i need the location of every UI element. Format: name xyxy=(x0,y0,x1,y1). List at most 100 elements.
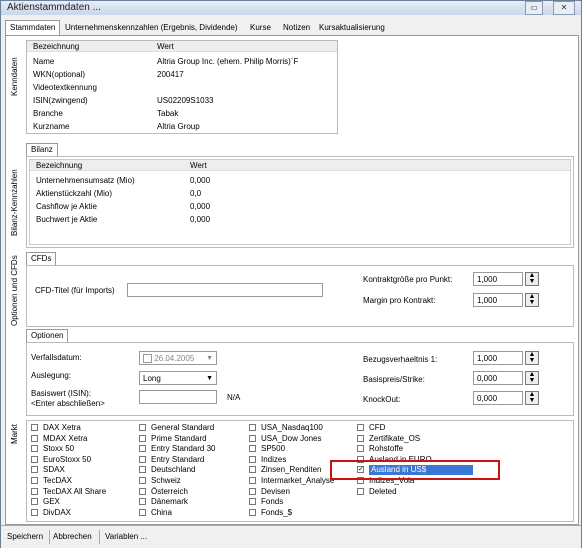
markt-checkbox[interactable] xyxy=(139,487,146,495)
row-branche-value[interactable]: Tabak xyxy=(157,109,178,118)
markt-checkbox[interactable] xyxy=(357,424,364,431)
markt-checkbox-label[interactable]: TecDAX All Share xyxy=(43,487,106,496)
kontrakt-spinner-icon[interactable]: ▲ ▼ xyxy=(525,272,539,286)
knockout-spinner-icon[interactable]: ▲ ▼ xyxy=(525,391,539,405)
markt-checkbox-label[interactable]: Rohstoffe xyxy=(369,444,403,453)
kontrakt-input[interactable]: 1,000 xyxy=(473,272,523,286)
variables-button[interactable]: Variablen ... xyxy=(105,532,147,541)
markt-checkbox[interactable] xyxy=(31,445,38,453)
row-kurzname-value[interactable]: Altria Group xyxy=(157,122,200,131)
markt-checkbox-label[interactable]: SDAX xyxy=(43,465,65,474)
basiswert-input[interactable] xyxy=(139,390,217,404)
restore-icon[interactable]: ▭ xyxy=(525,1,543,15)
row-name-value[interactable]: Altria Group Inc. (ehem. Philip Morris)´… xyxy=(157,57,298,66)
markt-checkbox-label[interactable]: Österreich xyxy=(151,487,188,496)
markt-checkbox[interactable] xyxy=(139,466,146,474)
markt-checkbox[interactable] xyxy=(139,498,146,506)
markt-checkbox-label[interactable]: Entry Standard 30 xyxy=(151,444,215,453)
markt-checkbox-label[interactable]: TecDAX xyxy=(43,476,72,485)
markt-checkbox-label[interactable]: Fonds xyxy=(261,497,283,506)
tab-notizen[interactable]: Notizen xyxy=(283,21,310,35)
verfall-date-picker[interactable]: 26.04.2005 ▼ xyxy=(139,351,217,365)
markt-checkbox-label[interactable]: China xyxy=(151,508,172,517)
markt-checkbox-label[interactable]: Devisen xyxy=(261,487,290,496)
row-wkn-label: WKN(optional) xyxy=(33,70,86,79)
markt-checkbox[interactable] xyxy=(249,445,256,453)
markt-checkbox-label[interactable]: DAX Xetra xyxy=(43,423,81,432)
markt-checkbox[interactable] xyxy=(31,434,38,442)
close-icon[interactable]: ✕ xyxy=(553,1,575,15)
tab-optionen[interactable]: Optionen xyxy=(26,329,69,342)
markt-checkbox-label[interactable]: Intermarket_Analyse xyxy=(261,476,334,485)
markt-checkbox-label[interactable]: GEX xyxy=(43,497,60,506)
bilanz-stueckzahl-value[interactable]: 0,0 xyxy=(190,189,201,198)
bilanz-cashflow-value[interactable]: 0,000 xyxy=(190,202,210,211)
markt-checkbox[interactable] xyxy=(249,434,256,442)
markt-checkbox[interactable] xyxy=(357,445,364,453)
markt-checkbox-label[interactable]: Dänemark xyxy=(151,497,188,506)
markt-checkbox[interactable] xyxy=(139,434,146,442)
markt-checkbox-label[interactable]: Indizes xyxy=(261,455,286,464)
row-wkn-value[interactable]: 200417 xyxy=(157,70,184,79)
markt-checkbox[interactable] xyxy=(31,508,38,516)
markt-checkbox-label[interactable]: Deutschland xyxy=(151,465,195,474)
markt-checkbox[interactable] xyxy=(249,424,256,431)
markt-checkbox[interactable] xyxy=(31,424,38,431)
markt-checkbox-label[interactable]: Prime Standard xyxy=(151,434,207,443)
markt-checkbox[interactable] xyxy=(357,434,364,442)
cancel-button[interactable]: Abbrechen xyxy=(53,532,92,541)
markt-checkbox[interactable] xyxy=(249,487,256,495)
auslegung-select[interactable]: Long ▼ xyxy=(139,371,217,385)
markt-checkbox[interactable] xyxy=(249,466,256,474)
markt-checkbox-label[interactable]: DivDAX xyxy=(43,508,71,517)
tab-kurse[interactable]: Kurse xyxy=(250,21,271,35)
markt-checkbox-label[interactable]: Fonds_$ xyxy=(261,508,292,517)
markt-checkbox-label[interactable]: MDAX Xetra xyxy=(43,434,87,443)
bezug-input[interactable]: 1,000 xyxy=(473,351,523,365)
markt-checkbox[interactable] xyxy=(31,487,38,495)
cfd-titel-input[interactable] xyxy=(127,283,323,297)
tab-kennzahlen[interactable]: Unternehmenskennzahlen (Ergebnis, Divide… xyxy=(65,21,238,35)
markt-checkbox[interactable] xyxy=(249,498,256,506)
tab-cfds[interactable]: CFDs xyxy=(26,252,57,265)
markt-checkbox[interactable] xyxy=(31,455,38,463)
tab-bilanz[interactable]: Bilanz xyxy=(26,143,58,156)
markt-checkbox-label[interactable]: Zertifikate_OS xyxy=(369,434,420,443)
markt-checkbox[interactable] xyxy=(357,487,364,495)
markt-checkbox[interactable] xyxy=(139,445,146,453)
margin-input[interactable]: 1,000 xyxy=(473,293,523,307)
bilanz-umsatz-value[interactable]: 0,000 xyxy=(190,176,210,185)
row-isin-value[interactable]: US02209S1033 xyxy=(157,96,214,105)
markt-checkbox[interactable] xyxy=(31,466,38,474)
markt-checkbox-label[interactable]: General Standard xyxy=(151,423,214,432)
bilanz-buchwert-value[interactable]: 0,000 xyxy=(190,215,210,224)
footer-bar: Speichern Abbrechen Variablen ... xyxy=(1,525,581,548)
markt-checkbox-label[interactable]: Zinsen_Renditen xyxy=(261,465,321,474)
markt-checkbox[interactable] xyxy=(249,508,256,516)
tab-kursaktualisierung[interactable]: Kursaktualisierung xyxy=(319,21,385,35)
markt-checkbox[interactable] xyxy=(31,477,38,484)
markt-checkbox[interactable] xyxy=(139,508,146,516)
tab-stammdaten[interactable]: Stammdaten xyxy=(5,20,61,36)
markt-checkbox[interactable] xyxy=(139,455,146,463)
markt-checkbox[interactable] xyxy=(249,455,256,463)
markt-checkbox-label[interactable]: USA_Nasdaq100 xyxy=(261,423,323,432)
markt-checkbox-label[interactable]: Entry Standard xyxy=(151,455,204,464)
bezug-spinner-icon[interactable]: ▲ ▼ xyxy=(525,351,539,365)
markt-checkbox-label[interactable]: CFD xyxy=(369,423,385,432)
markt-checkbox-label[interactable]: EuroStoxx 50 xyxy=(43,455,91,464)
save-button[interactable]: Speichern xyxy=(7,532,43,541)
markt-checkbox-label[interactable]: SP500 xyxy=(261,444,285,453)
markt-checkbox[interactable] xyxy=(249,477,256,484)
markt-checkbox-label[interactable]: Deleted xyxy=(369,487,397,496)
markt-checkbox[interactable] xyxy=(31,498,38,506)
markt-checkbox[interactable] xyxy=(139,477,146,484)
markt-checkbox-label[interactable]: USA_Dow Jones xyxy=(261,434,321,443)
margin-spinner-icon[interactable]: ▲ ▼ xyxy=(525,293,539,307)
markt-checkbox[interactable] xyxy=(139,424,146,431)
markt-checkbox-label[interactable]: Stoxx 50 xyxy=(43,444,74,453)
markt-checkbox-label[interactable]: Schweiz xyxy=(151,476,181,485)
basispreis-spinner-icon[interactable]: ▲ ▼ xyxy=(525,371,539,385)
basispreis-input[interactable]: 0,000 xyxy=(473,371,523,385)
knockout-input[interactable]: 0,000 xyxy=(473,391,523,405)
